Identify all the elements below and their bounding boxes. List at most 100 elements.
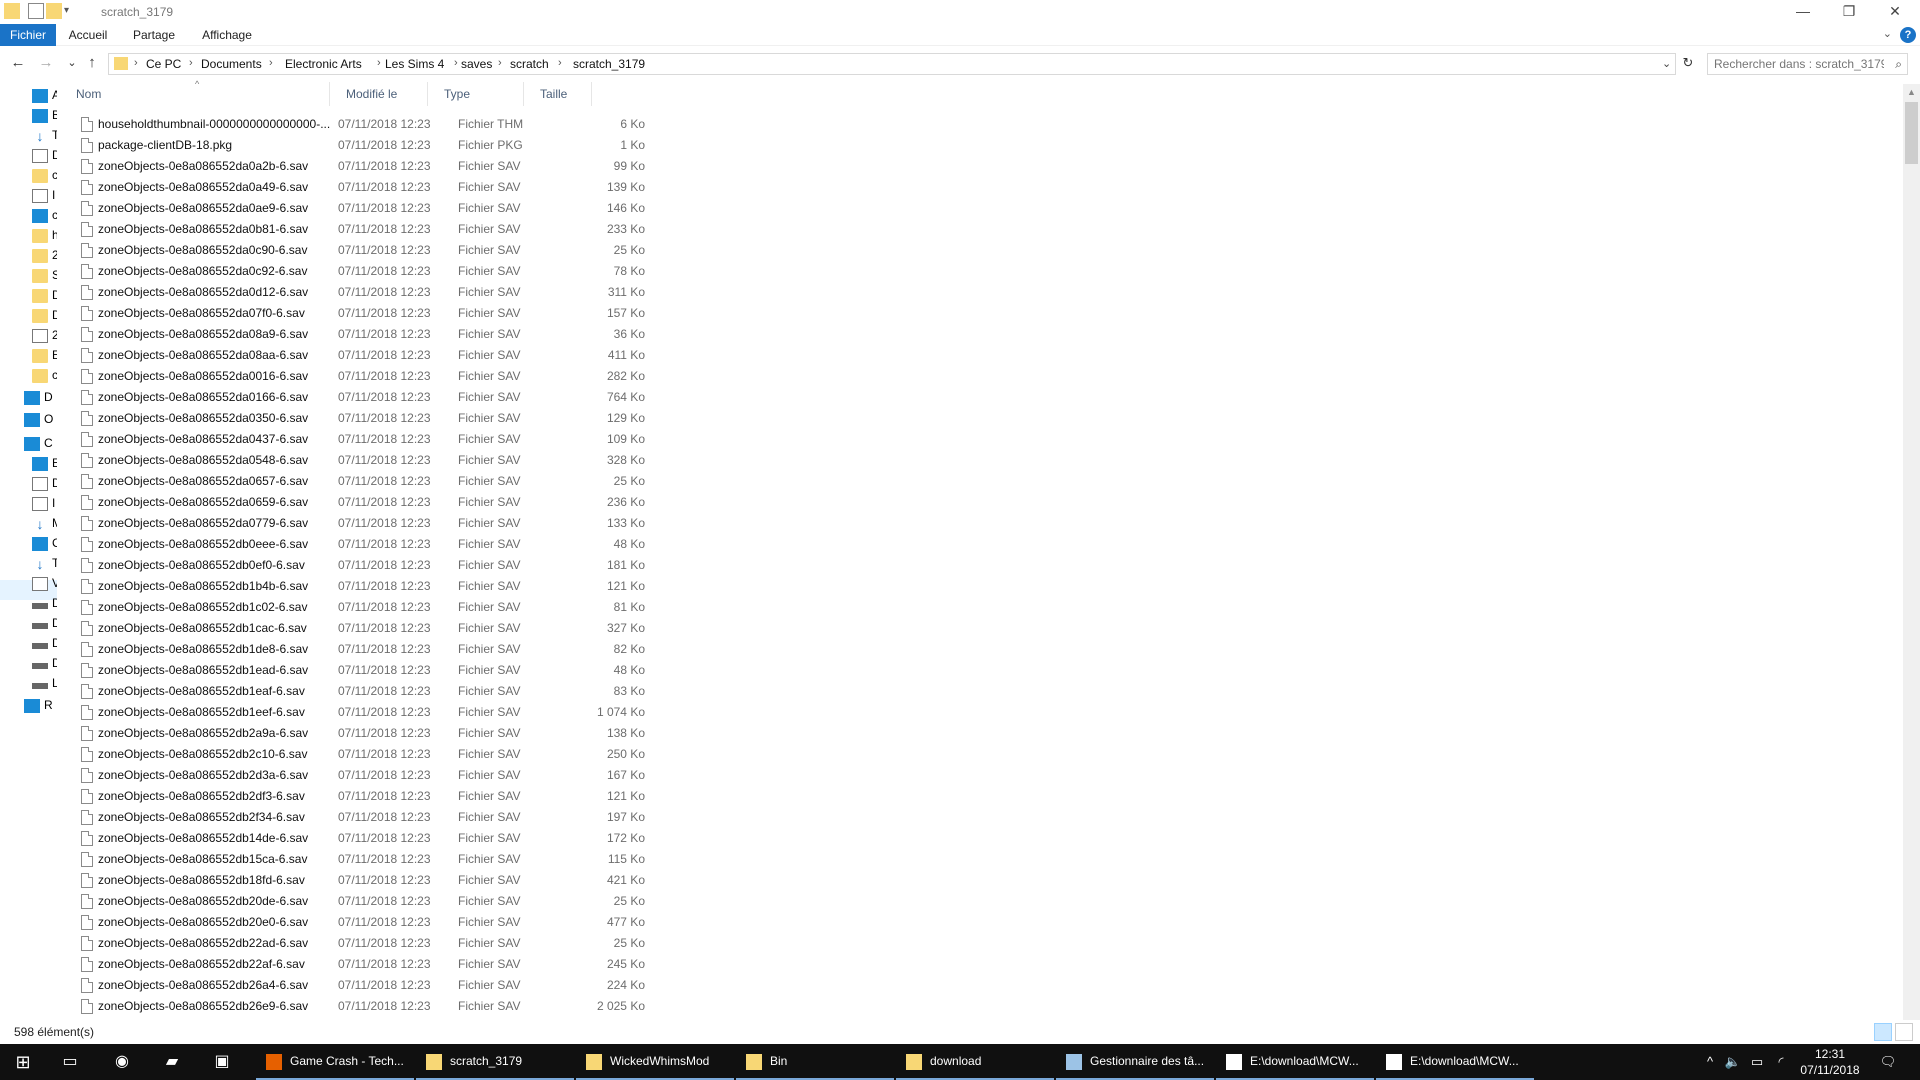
sidebar-item[interactable]: Ré	[24, 696, 53, 714]
breadcrumb-separator[interactable]: ›	[454, 57, 458, 69]
breadcrumb-separator[interactable]: ›	[558, 57, 562, 69]
file-row[interactable]: zoneObjects-0e8a086552db2c10-6.sav 07/11/…	[60, 744, 660, 765]
taskbar-app-button[interactable]: Gestionnaire des tâ...	[1056, 1044, 1214, 1080]
expand-ribbon-icon[interactable]: ⌄	[1883, 27, 1892, 40]
sidebar-item[interactable]: D	[32, 474, 57, 492]
tab-affichage[interactable]: Affichage	[194, 24, 260, 46]
file-row[interactable]: zoneObjects-0e8a086552da08a9-6.sav 07/11/…	[60, 324, 660, 345]
breadcrumb-separator[interactable]: ›	[498, 57, 502, 69]
breadcrumb-les-sims-4[interactable]: Les Sims 4	[385, 57, 444, 71]
file-row[interactable]: zoneObjects-0e8a086552db15ca-6.sav 07/11/…	[60, 849, 660, 870]
battery-icon[interactable]: ▭	[1746, 1044, 1768, 1080]
search-box[interactable]: ⌕	[1707, 53, 1908, 75]
sidebar-item[interactable]: 2	[32, 326, 57, 344]
new-folder-icon[interactable]	[46, 3, 62, 19]
file-row[interactable]: zoneObjects-0e8a086552db0ef0-6.sav 07/11/…	[60, 555, 660, 576]
file-row[interactable]: zoneObjects-0e8a086552da08aa-6.sav 07/11/…	[60, 345, 660, 366]
taskbar-app-button[interactable]: download	[896, 1044, 1054, 1080]
file-row[interactable]: zoneObjects-0e8a086552da0779-6.sav 07/11/…	[60, 513, 660, 534]
sidebar-item[interactable]: 2	[32, 246, 57, 264]
file-row[interactable]: zoneObjects-0e8a086552da0657-6.sav 07/11/…	[60, 471, 660, 492]
file-row[interactable]: zoneObjects-0e8a086552da0c90-6.sav 07/11/…	[60, 240, 660, 261]
file-row[interactable]: zoneObjects-0e8a086552db26e9-6.sav 07/11/…	[60, 996, 660, 1017]
task-view-button[interactable]: ▭	[48, 1044, 92, 1080]
breadcrumb-documents[interactable]: Documents	[201, 57, 262, 71]
forward-button[interactable]: →	[36, 54, 56, 74]
address-bar[interactable]: › Ce PC › Documents › Electronic Arts › …	[108, 53, 1676, 75]
clock[interactable]: 12:31 07/11/2018	[1800, 1046, 1860, 1078]
column-modified[interactable]: Modifié le	[330, 82, 428, 106]
file-row[interactable]: zoneObjects-0e8a086552db22ad-6.sav 07/11/…	[60, 933, 660, 954]
file-row[interactable]: zoneObjects-0e8a086552db18fd-6.sav 07/11/…	[60, 870, 660, 891]
breadcrumb-separator[interactable]: ›	[134, 57, 138, 69]
file-row[interactable]: zoneObjects-0e8a086552da0548-6.sav 07/11/…	[60, 450, 660, 471]
file-row[interactable]: zoneObjects-0e8a086552db2f34-6.sav 07/11/…	[60, 807, 660, 828]
details-view-button[interactable]	[1874, 1023, 1892, 1041]
file-row[interactable]: zoneObjects-0e8a086552db20de-6.sav 07/11/…	[60, 891, 660, 912]
pinned-app-icon[interactable]: ▰	[150, 1044, 194, 1080]
sidebar-item[interactable]: ↓ T	[32, 554, 58, 572]
sidebar-item[interactable]: E	[32, 454, 57, 472]
file-row[interactable]: zoneObjects-0e8a086552da07f0-6.sav 07/11/…	[60, 303, 660, 324]
file-row[interactable]: zoneObjects-0e8a086552db2df3-6.sav 07/11/…	[60, 786, 660, 807]
file-row[interactable]: zoneObjects-0e8a086552db20e0-6.sav 07/11/…	[60, 912, 660, 933]
show-hidden-icons-button[interactable]: ^	[1700, 1044, 1720, 1080]
volume-icon[interactable]: 🔈	[1722, 1044, 1744, 1080]
file-row[interactable]: zoneObjects-0e8a086552da0166-6.sav 07/11/…	[60, 387, 660, 408]
taskbar-app-button[interactable]: Bin	[736, 1044, 894, 1080]
taskbar-app-button[interactable]: WickedWhimsMod	[576, 1044, 734, 1080]
sidebar-item[interactable]: h	[32, 226, 57, 244]
file-row[interactable]: zoneObjects-0e8a086552db1de8-6.sav 07/11/…	[60, 639, 660, 660]
search-icon[interactable]: ⌕	[1895, 57, 1902, 72]
sidebar-item[interactable]: Ce	[24, 434, 53, 452]
sidebar-item[interactable]: D	[32, 146, 57, 164]
sidebar-item[interactable]: D	[32, 614, 57, 632]
scrollbar-thumb[interactable]	[1905, 102, 1918, 164]
sidebar-item[interactable]: c	[32, 206, 57, 224]
address-history-icon[interactable]: ⌄	[1662, 57, 1671, 70]
sidebar-item[interactable]: c	[32, 166, 57, 184]
sidebar-item[interactable]: I	[32, 186, 57, 204]
breadcrumb-scratch[interactable]: scratch	[510, 57, 549, 71]
sidebar-item[interactable]: D	[32, 634, 57, 652]
sidebar-item[interactable]: C	[32, 534, 57, 552]
pinned-app-icon[interactable]: ◉	[100, 1044, 144, 1080]
taskbar-app-button[interactable]: Game Crash - Tech...	[256, 1044, 414, 1080]
breadcrumb-scratch-3179[interactable]: scratch_3179	[573, 57, 645, 71]
network-icon[interactable]: ◜	[1770, 1044, 1792, 1080]
file-row[interactable]: zoneObjects-0e8a086552db2a9a-6.sav 07/11/…	[60, 723, 660, 744]
sidebar-item[interactable]: V	[32, 574, 57, 592]
column-size[interactable]: Taille	[524, 82, 592, 106]
sidebar-item[interactable]: Or	[24, 410, 53, 428]
file-row[interactable]: zoneObjects-0e8a086552db22af-6.sav 07/11/…	[60, 954, 660, 975]
recent-locations-button[interactable]: ⌄	[62, 54, 82, 74]
taskbar-app-button[interactable]: scratch_3179	[416, 1044, 574, 1080]
column-type[interactable]: Type	[428, 82, 524, 106]
pinned-app-icon[interactable]: ▣	[200, 1044, 244, 1080]
sidebar-item[interactable]: D	[32, 654, 57, 672]
file-row[interactable]: zoneObjects-0e8a086552da0c92-6.sav 07/11/…	[60, 261, 660, 282]
file-list[interactable]: householdthumbnail-0000000000000000-... 0…	[60, 114, 1905, 1017]
sidebar-item[interactable]: c	[32, 366, 57, 384]
sidebar-item[interactable]: ↓ T	[32, 126, 58, 144]
refresh-button[interactable]: ↻	[1678, 55, 1698, 75]
file-row[interactable]: package-clientDB-18.pkg 07/11/2018 12:23 F…	[60, 135, 660, 156]
start-button[interactable]: ⊞	[0, 1044, 46, 1080]
file-row[interactable]: householdthumbnail-0000000000000000-... 0…	[60, 114, 660, 135]
breadcrumb-separator[interactable]: ›	[269, 57, 273, 69]
file-row[interactable]: zoneObjects-0e8a086552da0b81-6.sav 07/11/…	[60, 219, 660, 240]
breadcrumb-separator[interactable]: ›	[189, 57, 193, 69]
maximize-button[interactable]: ❐	[1826, 0, 1872, 24]
file-row[interactable]: zoneObjects-0e8a086552db1b4b-6.sav 07/11/…	[60, 576, 660, 597]
large-icons-view-button[interactable]	[1895, 1023, 1913, 1041]
help-icon[interactable]: ?	[1900, 27, 1916, 43]
file-row[interactable]: zoneObjects-0e8a086552db1c02-6.sav 07/11/…	[60, 597, 660, 618]
file-row[interactable]: zoneObjects-0e8a086552da0a49-6.sav 07/11/…	[60, 177, 660, 198]
tab-partage[interactable]: Partage	[124, 24, 184, 46]
search-input[interactable]	[1714, 57, 1884, 71]
sidebar-item[interactable]: L	[32, 674, 57, 692]
file-row[interactable]: zoneObjects-0e8a086552da0350-6.sav 07/11/…	[60, 408, 660, 429]
sidebar-item[interactable]: Ac	[32, 86, 57, 104]
file-row[interactable]: zoneObjects-0e8a086552db2d3a-6.sav 07/11/…	[60, 765, 660, 786]
sidebar-item[interactable]: D	[32, 594, 57, 612]
